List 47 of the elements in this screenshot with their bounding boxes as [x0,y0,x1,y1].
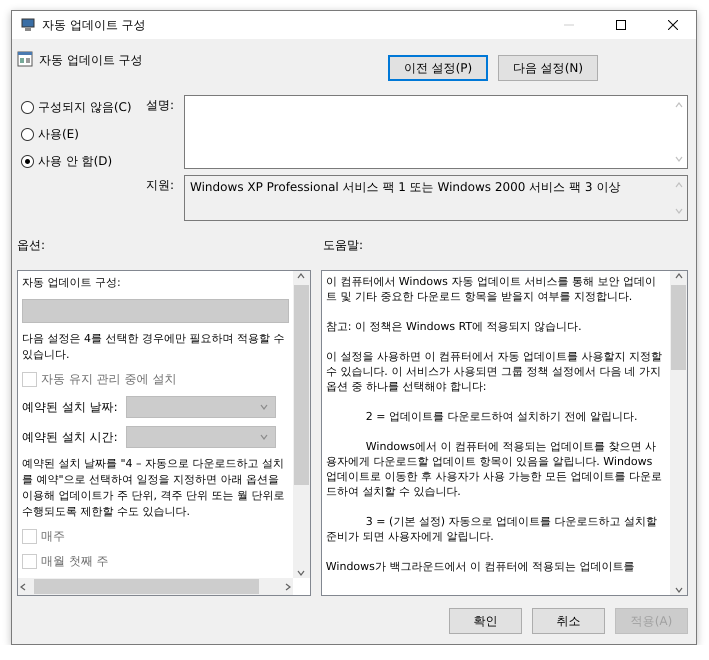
field-label: 예약된 설치 날짜: [22,398,118,416]
help-paragraph: 2 = 업데이트를 다운로드하여 설치하기 전에 알립니다. [364,409,638,424]
radio-button[interactable] [21,101,34,114]
nav-button[interactable]: 다음 설정(N) [498,55,598,81]
scroll-up-icon[interactable] [674,271,684,281]
section-label: 옵션: [17,237,46,254]
radio-button[interactable] [21,155,34,168]
help-paragraph: 이 컴퓨터에서 Windows 자동 업데이트 서비스를 통해 보안 업데이트 및 기타 중요한 다운로드 항목을 받을지 여부를 지정합니다. [326,274,657,304]
scrollbar-thumb[interactable] [34,579,259,594]
close-icon[interactable] [668,20,678,30]
help-paragraph: 3 = (기본 설정) 자동으로 업데이트를 다운로드하고 설치할 준비가 되면 사용자에게 알립니다. [326,514,658,544]
vertical-scrollbar[interactable] [292,271,310,578]
option-text: 다음 설정은 4를 선택한 경우에만 필요하며 적용할 수 있습니다. [22,331,286,363]
radio-label: 사용(E) [38,126,79,143]
scrollbar-thumb[interactable] [671,285,686,370]
help-paragraph: Windows가 백그라운드에서 이 컴퓨터에 적용되는 업데이트를 [326,559,636,574]
field-label: 설명: [146,97,176,114]
checkbox-label: 매월 첫째 주 [41,553,109,570]
setting-title: 자동 업데이트 구성 [39,52,143,69]
horizontal-scrollbar[interactable] [18,578,293,595]
supported-text: Windows XP Professional 서비스 팩 1 또는 Windows 2000 서비스 팩 3 이상 [189,179,622,196]
radio-label: 구성되지 않음(C) [38,99,132,116]
computer-icon [20,17,36,33]
checkbox-label: 매주 [41,528,65,545]
help-paragraph: 참고: 이 정책은 Windows RT에 적용되지 않습니다. [326,319,583,334]
checkbox-label: 자동 유지 관리 중에 설치 [41,371,176,388]
field-label: 예약된 설치 시간: [22,428,118,446]
maximize-icon[interactable] [616,20,626,30]
window-title: 자동 업데이트 구성 [42,16,147,34]
option-text: 예약된 설치 날짜를 "4 – 자동으로 다운로드하고 설치를 예약"으로 선택하여 일정을 지정하면 아래 옵션을 이용해 업데이트가 주 단위, 격주 단위 또는 월 단위로 수행되도록 제한할 수도 있습니다. [22,456,286,520]
radio-button[interactable] [21,128,34,141]
scrollbar-thumb[interactable] [294,285,309,485]
dialog-button[interactable]: 확인 [449,608,522,634]
scroll-down-icon[interactable] [296,568,306,578]
field-label: 지원: [146,177,176,194]
section-label: 도움말: [323,237,364,254]
vertical-scrollbar[interactable] [670,271,687,595]
scroll-left-icon[interactable] [18,582,28,592]
nav-button[interactable]: 이전 설정(P) [388,55,488,81]
option-text: 자동 업데이트 구성: [22,275,122,291]
help-paragraph: 이 설정을 사용하면 이 컴퓨터에서 자동 업데이트를 사용할지 지정할 수 있습니다. 이 서비스가 사용되면 그룹 정책 설정에서 다음 네 가지 옵션 중 하나를 선택해야 합니다: [326,349,663,394]
scroll-down-icon[interactable] [674,585,684,595]
radio-label: 사용 안 함(D) [38,153,112,170]
dialog-button[interactable]: 취소 [532,608,605,634]
help-paragraph: Windows에서 이 컴퓨터에 적용되는 업데이트를 찾으면 사용자에게 다운로드할 업데이트 항목이 있음을 알립니다. Windows 업데이트로 이동한 후 사용자가 사용 가능한 모든 업데이트를 다운로드하여 설치할 수 있습니다. [326,439,663,499]
policy-icon [17,51,33,67]
scroll-up-icon[interactable] [296,271,306,281]
